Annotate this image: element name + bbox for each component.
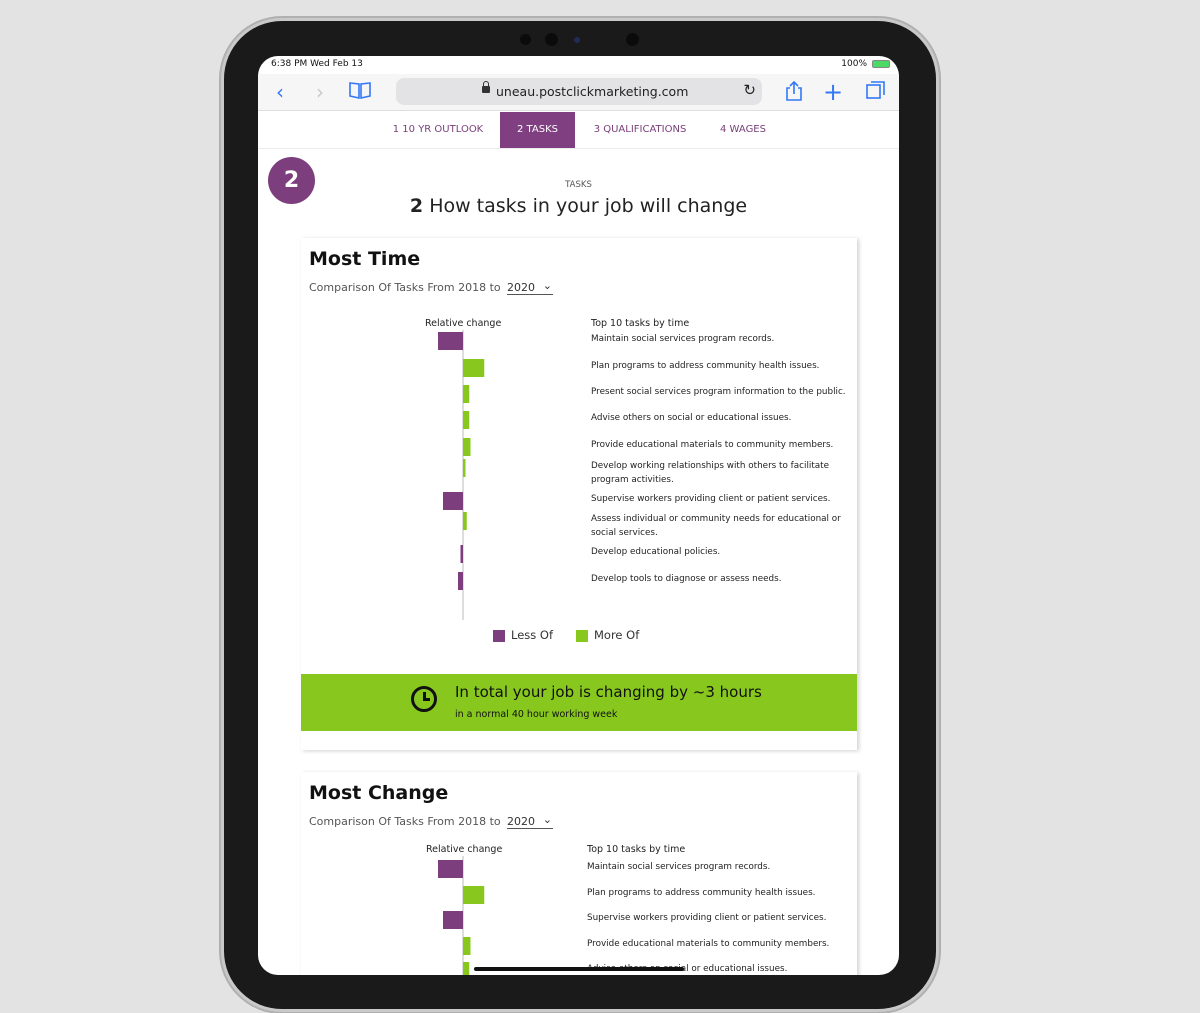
relative-change-label: Relative change xyxy=(426,844,503,855)
tabs-overview-icon[interactable] xyxy=(864,80,888,105)
heading-text: How tasks in your job will change xyxy=(429,195,748,217)
back-chevron-icon[interactable]: ‹ xyxy=(268,80,292,104)
task-label: Supervise workers providing client or pa… xyxy=(591,494,831,504)
bar-less xyxy=(443,492,463,510)
task-label: Advise others on social or educational i… xyxy=(591,413,792,423)
task-label: Maintain social services program records… xyxy=(591,334,775,344)
banner-subtext: in a normal 40 hour working week xyxy=(455,709,618,720)
bar-less xyxy=(458,572,463,590)
legend-more-label: More Of xyxy=(594,628,640,642)
url-text: uneau.postclickmarketing.com xyxy=(496,84,689,99)
forward-chevron-icon[interactable]: › xyxy=(308,80,332,104)
volume-button-2 xyxy=(936,150,939,190)
task-label: Develop working relationships with other… xyxy=(591,461,830,485)
clock-icon xyxy=(411,686,437,712)
bar-more xyxy=(463,937,471,955)
task-label: Supervise workers providing client or pa… xyxy=(587,913,827,923)
legend-less-swatch xyxy=(493,630,505,642)
share-svg xyxy=(786,80,802,101)
tab-tasks[interactable]: 2 TASKS xyxy=(500,112,575,148)
year-select-value: 2020 xyxy=(507,281,535,294)
bar-less xyxy=(460,545,463,563)
browser-toolbar: ‹ › uneau.postclickmarketing.com ↻ + xyxy=(258,74,899,111)
relative-change-chart xyxy=(438,330,485,620)
top-tasks-label: Top 10 tasks by time xyxy=(587,844,686,855)
card-title: Most Change xyxy=(309,782,449,804)
task-label: Develop tools to diagnose or assess need… xyxy=(591,574,782,584)
task-label: Plan programs to address community healt… xyxy=(587,888,816,898)
task-label: Provide educational materials to communi… xyxy=(587,939,830,949)
status-bar: 6:38 PM Wed Feb 13 100% xyxy=(258,56,899,74)
task-label: Provide educational materials to communi… xyxy=(591,440,834,450)
section-kicker: TASKS xyxy=(565,180,592,190)
chevron-down-icon: ⌄ xyxy=(542,813,552,826)
bar-less xyxy=(443,911,463,929)
reload-icon[interactable]: ↻ xyxy=(743,81,756,99)
tab-qualifications[interactable]: 3 QUALIFICATIONS xyxy=(585,112,695,148)
year-select[interactable]: 2020 ⌄ xyxy=(507,279,553,295)
status-time: 6:38 PM Wed Feb 13 xyxy=(271,59,363,69)
camera-icon xyxy=(520,34,531,45)
bar-more xyxy=(463,512,467,530)
task-label: Plan programs to address community healt… xyxy=(591,361,820,371)
banner-headline: In total your job is changing by ~3 hour… xyxy=(455,683,762,701)
section-tabs: 1 10 YR OUTLOOK 2 TASKS 3 QUALIFICATIONS… xyxy=(258,111,899,149)
legend-more-swatch xyxy=(576,630,588,642)
bar-less xyxy=(438,332,463,350)
bar-more xyxy=(463,438,471,456)
card-subtitle: Comparison Of Tasks From 2018 to xyxy=(309,281,501,294)
total-change-banner: In total your job is changing by ~3 hour… xyxy=(301,674,857,731)
card-title: Most Time xyxy=(309,248,421,270)
bookmarks-book-icon[interactable] xyxy=(348,80,372,104)
bar-more xyxy=(463,359,485,377)
chevron-down-icon: ⌄ xyxy=(542,279,552,292)
task-label: Present social services program informat… xyxy=(591,387,846,397)
camera-icon xyxy=(626,33,639,46)
most-change-card: Most Change Comparison Of Tasks From 201… xyxy=(301,772,857,975)
share-icon[interactable] xyxy=(782,80,806,107)
bar-more xyxy=(463,411,470,429)
tab-wages[interactable]: 4 WAGES xyxy=(708,112,778,148)
bookmarks-book-svg xyxy=(349,82,371,99)
task-label: Develop educational policies. xyxy=(591,547,721,557)
bar-more xyxy=(463,886,485,904)
most-time-card: Most Time Comparison Of Tasks From 2018 … xyxy=(301,238,857,750)
top-tasks-label: Top 10 tasks by time xyxy=(591,318,690,329)
home-indicator xyxy=(474,967,684,971)
bar-more xyxy=(463,459,466,477)
battery-percent: 100% xyxy=(841,59,867,69)
legend-less-label: Less Of xyxy=(511,628,554,642)
card-subtitle: Comparison Of Tasks From 2018 to xyxy=(309,815,501,828)
heading-number: 2 xyxy=(409,195,424,217)
volume-button xyxy=(936,100,939,140)
year-select[interactable]: 2020 ⌄ xyxy=(507,813,553,829)
ipad-frame: 6:38 PM Wed Feb 13 100% ‹ › uneau.postcl… xyxy=(224,21,936,1009)
new-tab-plus-icon[interactable]: + xyxy=(821,80,845,104)
camera-icon xyxy=(545,33,558,46)
battery-icon xyxy=(872,60,890,68)
bar-more xyxy=(463,385,470,403)
tab-outlook[interactable]: 1 10 YR OUTLOOK xyxy=(383,112,493,148)
bar-less xyxy=(438,860,463,878)
address-bar[interactable]: uneau.postclickmarketing.com ↻ xyxy=(396,78,762,105)
screen: 6:38 PM Wed Feb 13 100% ‹ › uneau.postcl… xyxy=(258,56,899,975)
task-label: Maintain social services program records… xyxy=(587,862,771,872)
bar-more xyxy=(463,962,470,975)
tabs-svg xyxy=(866,81,885,99)
relative-change-chart xyxy=(438,856,485,975)
task-label: Assess individual or community needs for… xyxy=(591,514,841,538)
relative-change-label: Relative change xyxy=(425,318,502,329)
sensor-icon xyxy=(574,37,580,43)
year-select-value: 2020 xyxy=(507,815,535,828)
section-heading: 2 How tasks in your job will change xyxy=(258,195,899,217)
lock-icon xyxy=(482,81,490,93)
